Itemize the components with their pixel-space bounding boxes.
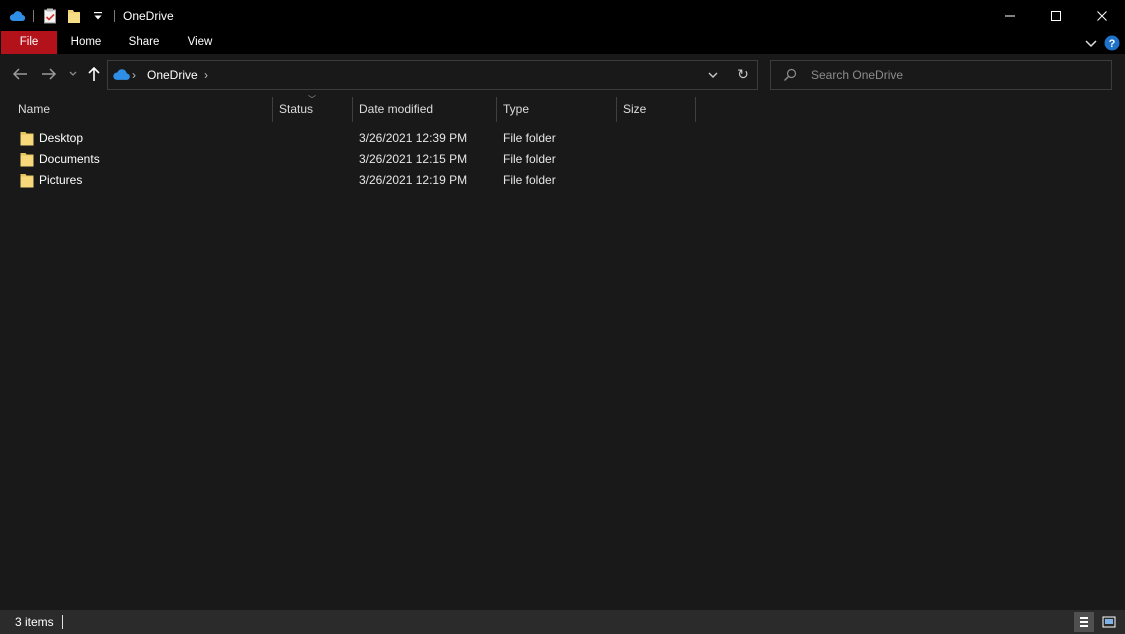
file-date-modified: 3/26/2021 12:39 PM xyxy=(359,131,468,145)
window-controls xyxy=(987,0,1125,31)
column-size[interactable]: Size xyxy=(623,96,646,123)
search-icon xyxy=(783,68,797,85)
file-date-modified: 3/26/2021 12:15 PM xyxy=(359,152,468,166)
item-count: 3 items xyxy=(15,615,54,629)
svg-text:?: ? xyxy=(1109,38,1116,50)
folder-icon xyxy=(20,152,34,167)
details-view-icon xyxy=(1080,617,1088,627)
properties-icon[interactable] xyxy=(42,8,58,24)
chevron-down-icon xyxy=(69,71,77,76)
refresh-icon[interactable]: ↻ xyxy=(735,66,751,84)
title-bar: OneDrive xyxy=(0,0,1125,31)
minimize-button[interactable] xyxy=(987,0,1033,31)
address-history-chevron-down-icon[interactable] xyxy=(706,68,720,82)
column-type[interactable]: Type xyxy=(503,96,529,123)
file-name: Desktop xyxy=(39,131,84,145)
file-name: Documents xyxy=(39,152,100,166)
search-box[interactable]: Search OneDrive xyxy=(770,60,1112,90)
onedrive-cloud-icon xyxy=(112,68,130,84)
column-divider[interactable] xyxy=(695,97,696,122)
breadcrumb-chevron-icon[interactable]: › xyxy=(204,68,208,82)
large-icons-view-icon xyxy=(1102,616,1116,628)
quick-access-toolbar xyxy=(0,0,123,31)
column-divider[interactable] xyxy=(616,97,617,122)
column-status[interactable]: Status xyxy=(279,96,313,123)
back-button[interactable] xyxy=(11,65,29,83)
up-arrow-icon xyxy=(88,66,100,81)
toolbar-separator xyxy=(114,9,115,22)
window-title: OneDrive xyxy=(123,8,174,23)
file-type: File folder xyxy=(503,173,556,187)
file-date-modified: 3/26/2021 12:19 PM xyxy=(359,173,468,187)
column-name[interactable]: Name xyxy=(18,96,50,123)
minimize-icon xyxy=(1005,15,1015,16)
status-divider xyxy=(62,615,63,629)
status-bar: 3 items xyxy=(0,610,1125,634)
file-row-pictures[interactable]: Pictures 3/26/2021 12:19 PM File folder xyxy=(0,170,700,191)
ribbon-tabs: File Home Share View ? xyxy=(0,31,1125,54)
file-name: Pictures xyxy=(39,173,83,187)
customize-toolbar-dropdown-icon[interactable] xyxy=(90,8,106,24)
file-row-documents[interactable]: Documents 3/26/2021 12:15 PM File folder xyxy=(0,149,700,170)
forward-arrow-icon xyxy=(42,68,57,80)
help-icon[interactable]: ? xyxy=(1104,35,1120,51)
maximize-button[interactable] xyxy=(1033,0,1079,31)
file-row-desktop[interactable]: Desktop 3/26/2021 12:39 PM File folder xyxy=(0,128,700,149)
toolbar-separator xyxy=(33,9,34,22)
new-folder-icon[interactable] xyxy=(66,8,82,24)
column-divider[interactable] xyxy=(272,97,273,122)
column-divider[interactable] xyxy=(496,97,497,122)
expand-ribbon-chevron-icon[interactable] xyxy=(1083,35,1099,51)
details-view-button[interactable] xyxy=(1074,612,1094,632)
column-divider[interactable] xyxy=(352,97,353,122)
recent-locations-button[interactable] xyxy=(64,65,82,83)
large-icons-view-button[interactable] xyxy=(1099,612,1119,632)
tab-share[interactable]: Share xyxy=(118,31,170,54)
folder-icon xyxy=(20,131,34,146)
address-bar[interactable]: › OneDrive › ↻ xyxy=(107,60,758,90)
folder-icon xyxy=(20,173,34,188)
tab-home[interactable]: Home xyxy=(60,31,112,54)
close-button[interactable] xyxy=(1079,0,1125,31)
file-type: File folder xyxy=(503,152,556,166)
breadcrumb-chevron-icon[interactable]: › xyxy=(132,68,136,82)
close-icon xyxy=(1097,10,1107,21)
forward-button[interactable] xyxy=(40,65,58,83)
maximize-icon xyxy=(1051,10,1061,21)
tab-file[interactable]: File xyxy=(1,31,57,54)
breadcrumb-onedrive[interactable]: OneDrive xyxy=(147,68,198,82)
column-header: Name ﹀ Status Date modified Type Size xyxy=(0,95,1125,123)
column-date-modified[interactable]: Date modified xyxy=(359,96,433,123)
search-placeholder: Search OneDrive xyxy=(811,68,904,82)
file-type: File folder xyxy=(503,131,556,145)
tab-view[interactable]: View xyxy=(176,31,224,54)
back-arrow-icon xyxy=(12,68,27,80)
onedrive-cloud-icon[interactable] xyxy=(9,8,25,24)
up-button[interactable] xyxy=(85,65,103,83)
